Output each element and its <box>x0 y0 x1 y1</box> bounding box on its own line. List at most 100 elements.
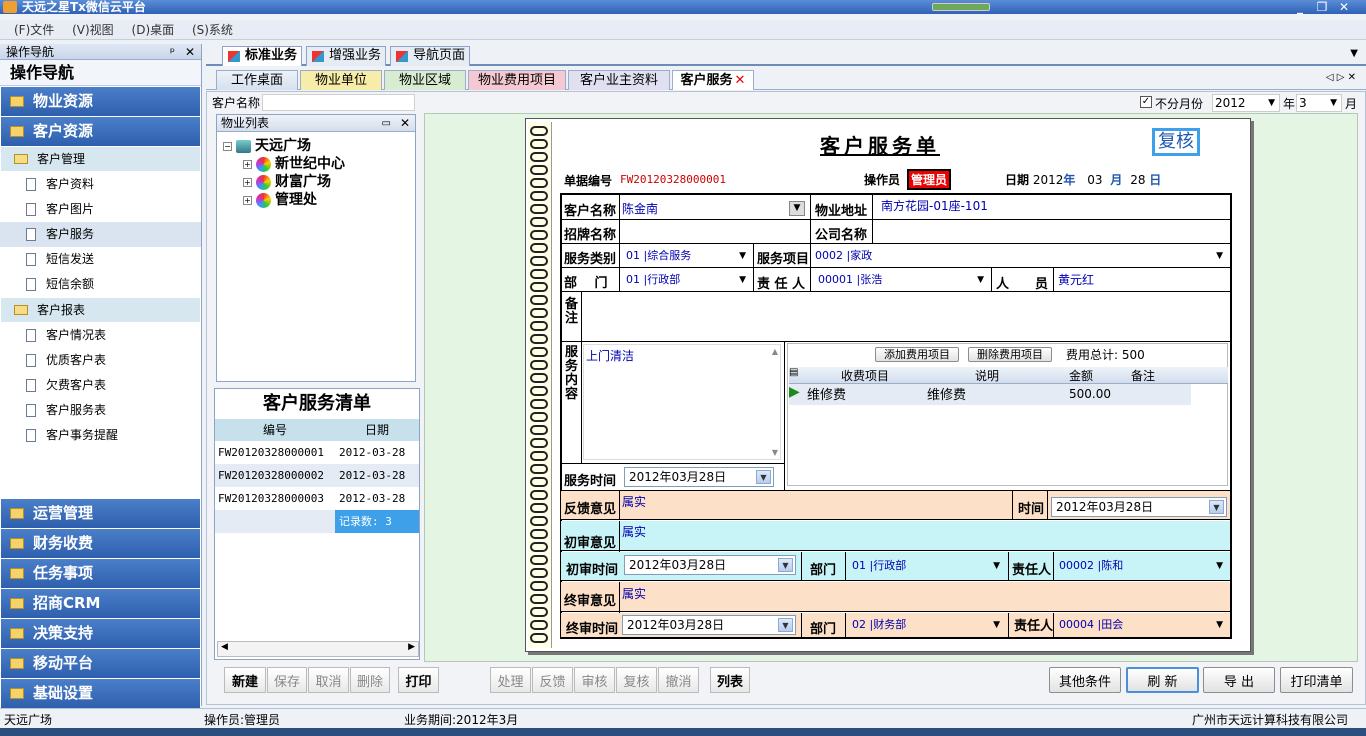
final-review-value[interactable]: 属实 <box>622 585 646 602</box>
nav-item-report-reminder[interactable]: 客户事务提醒 <box>0 423 201 448</box>
other-conditions-button[interactable]: 其他条件 <box>1049 667 1121 693</box>
staff-value[interactable]: 黄元红 <box>1058 271 1094 288</box>
fee-col-item[interactable]: 收费项目 <box>805 367 925 383</box>
tab-standard[interactable]: 标准业务 <box>222 46 302 66</box>
horizontal-scrollbar[interactable]: ◀ ▶ <box>217 641 419 657</box>
delete-fee-button[interactable]: 删除费用项目 <box>968 347 1052 362</box>
nav-item-sms-send[interactable]: 短信发送 <box>0 247 201 272</box>
tab-nav-page[interactable]: 导航页面 <box>390 46 470 66</box>
nav-item-report-status[interactable]: 客户情况表 <box>0 323 201 348</box>
cancel-button[interactable]: 取消 <box>308 667 349 693</box>
expand-icon[interactable]: + <box>243 159 252 169</box>
collapse-icon[interactable]: − <box>223 141 232 151</box>
first-resp-select[interactable]: 00002 |陈和 ▼ <box>1055 557 1227 575</box>
fee-col-remark[interactable]: 备注 <box>1113 367 1173 383</box>
content-textarea[interactable]: 上门清洁 ▲ ▼ <box>583 344 781 460</box>
nav-item-report-quality[interactable]: 优质客户表 <box>0 348 201 373</box>
dept-select[interactable]: 01 |行政部 ▼ <box>622 271 750 289</box>
list-item[interactable]: FW20120328000001 2012-03-28 <box>215 441 419 464</box>
scroll-up-icon[interactable]: ▲ <box>772 347 778 356</box>
month-select[interactable]: 3 ▼ <box>1296 94 1342 112</box>
save-button[interactable]: 保存 <box>267 667 307 693</box>
list-item[interactable]: FW20120328000003 2012-03-28 <box>215 487 419 510</box>
nav-group-finance[interactable]: 财务收费 <box>1 529 200 558</box>
list-item[interactable]: FW20120328000002 2012-03-28 <box>215 464 419 487</box>
void-button[interactable]: 撤消 <box>658 667 699 693</box>
grid-menu-icon[interactable]: ▤ <box>789 367 805 383</box>
nav-item-customer-info[interactable]: 客户资料 <box>0 172 201 197</box>
no-month-checkbox[interactable]: ✓ <box>1140 96 1152 108</box>
recheck-button[interactable]: 复核 <box>616 667 657 693</box>
svc-item-select[interactable]: 0002 |家政 ▼ <box>811 247 1227 265</box>
expand-icon[interactable]: + <box>243 195 252 205</box>
print-button[interactable]: 打印 <box>398 667 439 693</box>
scroll-left-icon[interactable]: ◀ <box>221 642 228 652</box>
nav-group-mobile[interactable]: 移动平台 <box>1 649 200 678</box>
add-fee-button[interactable]: 添加费用项目 <box>875 347 959 362</box>
nav-item-customer-images[interactable]: 客户图片 <box>0 197 201 222</box>
nav-group-property[interactable]: 物业资源 <box>1 87 200 116</box>
tab-desktop[interactable]: 工作桌面 <box>216 70 298 90</box>
nav-item-report-service[interactable]: 客户服务表 <box>0 398 201 423</box>
scroll-right-icon[interactable]: ▶ <box>408 642 415 652</box>
tree-node-2[interactable]: + 财富广场 <box>243 171 331 191</box>
final-time-picker[interactable]: 2012年03月28日 ▼ <box>622 615 796 635</box>
addr-value[interactable]: 南方花园-01座-101 <box>881 197 988 214</box>
fee-row[interactable]: ▶ 维修费 维修费 500.00 <box>789 384 1191 405</box>
list-button[interactable]: 列表 <box>710 667 750 693</box>
tab-property-unit[interactable]: 物业单位 <box>300 70 382 90</box>
year-select[interactable]: 2012 ▼ <box>1212 94 1280 112</box>
nav-group-tasks[interactable]: 任务事项 <box>1 559 200 588</box>
tab-scroll-icon[interactable]: ◁ ▷ ✕ <box>1326 72 1356 83</box>
col-date[interactable]: 日期 <box>335 419 419 441</box>
review-button[interactable]: 审核 <box>574 667 615 693</box>
tabs-dropdown-icon[interactable]: ▼ <box>1350 48 1358 59</box>
close-icon[interactable]: ✕ <box>185 44 195 60</box>
nav-group-operations[interactable]: 运营管理 <box>1 499 200 528</box>
first-review-value[interactable]: 属实 <box>622 523 646 540</box>
expand-icon[interactable]: + <box>243 177 252 187</box>
customer-name-input[interactable] <box>262 94 415 111</box>
resp-select[interactable]: 00001 |张浩 ▼ <box>814 271 988 289</box>
final-resp-select[interactable]: 00004 |田会 ▼ <box>1055 616 1227 634</box>
nav-group-customer[interactable]: 客户资源 <box>1 117 200 146</box>
minimize-icon[interactable]: _ <box>1290 0 1310 14</box>
tab-close-icon[interactable]: ✕ <box>735 73 746 88</box>
first-time-picker[interactable]: 2012年03月28日 ▼ <box>624 555 796 575</box>
nav-item-report-arrears[interactable]: 欠费客户表 <box>0 373 201 398</box>
pin-icon[interactable]: ᵖ <box>170 44 175 60</box>
nav-sub-customer-report[interactable]: 客户报表 <box>1 298 200 322</box>
fee-col-amount[interactable]: 金额 <box>1049 367 1113 383</box>
nav-item-customer-service[interactable]: 客户服务 <box>0 222 201 247</box>
final-dept-select[interactable]: 02 |财务部 ▼ <box>848 616 1004 634</box>
tree-root[interactable]: − 天远广场 <box>223 135 311 155</box>
tab-fee-items[interactable]: 物业费用项目 <box>468 70 566 90</box>
menu-desktop[interactable]: (D)桌面 <box>132 20 175 40</box>
feedback-value[interactable]: 属实 <box>622 493 646 510</box>
fee-col-desc[interactable]: 说明 <box>925 367 1049 383</box>
first-dept-select[interactable]: 01 |行政部 ▼ <box>848 557 1004 575</box>
fb-time-picker[interactable]: 2012年03月28日 ▼ <box>1051 497 1227 517</box>
tree-node-1[interactable]: + 新世纪中心 <box>243 153 345 173</box>
svc-type-select[interactable]: 01 |综合服务 ▼ <box>622 247 750 265</box>
print-list-button[interactable]: 打印清单 <box>1280 667 1353 693</box>
nav-group-settings[interactable]: 基础设置 <box>1 679 200 708</box>
menu-view[interactable]: (V)视图 <box>72 20 114 40</box>
nav-sub-customer-manage[interactable]: 客户管理 <box>1 147 200 171</box>
col-no[interactable]: 编号 <box>215 419 335 441</box>
lookup-dropdown-icon[interactable]: ▼ <box>789 201 805 216</box>
tab-owner-info[interactable]: 客户业主资料 <box>568 70 670 90</box>
restore-icon[interactable]: ❐ <box>1312 0 1332 14</box>
menu-file[interactable]: (F)文件 <box>14 20 54 40</box>
restore-icon[interactable]: ▭ <box>382 116 391 132</box>
svc-time-picker[interactable]: 2012年03月28日 ▼ <box>624 467 774 487</box>
new-button[interactable]: 新建 <box>224 667 266 693</box>
tab-customer-service[interactable]: 客户服务 ✕ <box>672 70 754 90</box>
menu-system[interactable]: (S)系统 <box>192 20 233 40</box>
tab-property-area[interactable]: 物业区域 <box>384 70 466 90</box>
nav-item-sms-balance[interactable]: 短信余额 <box>0 272 201 297</box>
feedback-button[interactable]: 反馈 <box>532 667 573 693</box>
delete-button[interactable]: 删除 <box>350 667 390 693</box>
tree-node-3[interactable]: + 管理处 <box>243 189 317 209</box>
tab-enhanced[interactable]: 增强业务 <box>306 46 386 66</box>
